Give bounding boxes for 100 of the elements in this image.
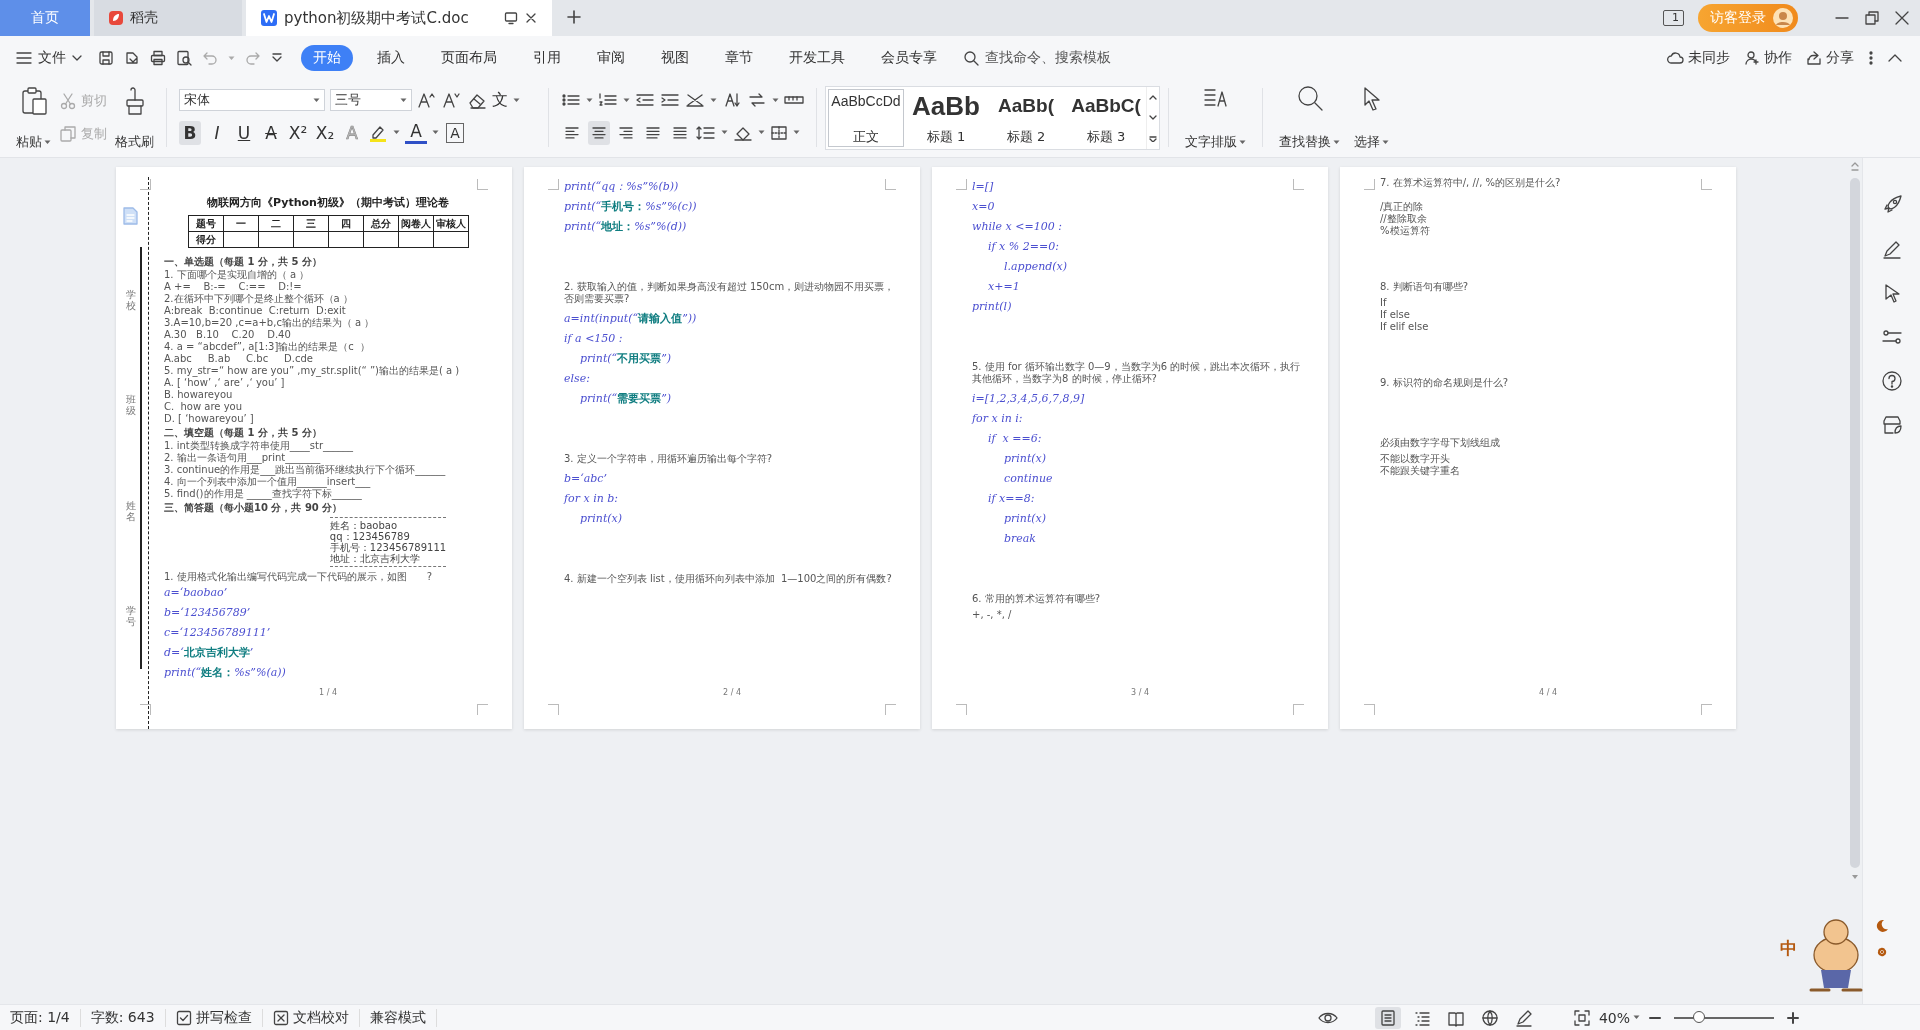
character-border-button[interactable]: A: [444, 120, 466, 145]
page-view-icon[interactable]: [1378, 1008, 1397, 1027]
scroll-down-icon[interactable]: [1149, 115, 1157, 121]
status-button[interactable]: 兼容模式: [369, 1008, 437, 1027]
shrink-font-icon[interactable]: [442, 91, 462, 110]
align-distributed-icon[interactable]: [672, 124, 688, 141]
align-right-icon[interactable]: [618, 124, 634, 141]
grow-font-icon[interactable]: [417, 91, 437, 110]
increase-indent-icon[interactable]: [660, 92, 680, 109]
more-icon[interactable]: [1868, 50, 1874, 66]
scroll-up-icon[interactable]: [1149, 94, 1157, 101]
close-icon[interactable]: [524, 11, 538, 25]
scrollbar-thumb[interactable]: [1850, 178, 1860, 868]
align-justify-icon[interactable]: [645, 124, 661, 141]
caret-icon[interactable]: [1333, 139, 1340, 145]
file-menu[interactable]: 文件: [16, 49, 82, 67]
style-option[interactable]: AaBb( 标题 2: [986, 87, 1066, 149]
window-count-badge[interactable]: 1: [1663, 10, 1684, 26]
line-spacing-icon[interactable]: [696, 124, 716, 141]
caret-icon[interactable]: [793, 130, 800, 136]
caret-icon[interactable]: [623, 97, 630, 103]
print-icon[interactable]: [150, 50, 166, 66]
phonetic-guide-button[interactable]: 文: [492, 89, 508, 111]
caret-icon[interactable]: [1239, 139, 1246, 145]
restore-icon[interactable]: [1864, 10, 1880, 26]
input-mode-indicator[interactable]: 中: [1780, 937, 1797, 960]
help-icon[interactable]: [1880, 370, 1903, 392]
caret-icon[interactable]: [758, 130, 765, 136]
new-tab-icon[interactable]: [566, 8, 582, 25]
ribbon-tab[interactable]: 插入: [365, 45, 417, 71]
status-button[interactable]: 文档校对: [272, 1008, 360, 1027]
align-center-icon[interactable]: [591, 124, 607, 141]
store-icon[interactable]: [1880, 414, 1903, 436]
collapse-icon[interactable]: [1888, 53, 1902, 63]
caret-icon[interactable]: [1382, 139, 1389, 145]
status-button[interactable]: 拼写检查: [175, 1008, 263, 1027]
caret-icon[interactable]: [772, 97, 779, 103]
toolbar-button[interactable]: 未同步: [1666, 49, 1730, 67]
caret-icon[interactable]: [313, 97, 320, 103]
expand-icon[interactable]: [1149, 135, 1157, 142]
caret-icon[interactable]: [400, 97, 407, 103]
monitor-icon[interactable]: [504, 11, 518, 25]
sort-icon[interactable]: [722, 92, 742, 109]
ribbon-tab[interactable]: 引用: [521, 45, 573, 71]
ribbon-tab[interactable]: 开始: [301, 45, 353, 71]
export-icon[interactable]: [124, 50, 140, 66]
ribbon-tab[interactable]: 视图: [649, 45, 701, 71]
style-option[interactable]: AaBbC( 标题 3: [1066, 87, 1146, 149]
tab[interactable]: 稻壳: [94, 0, 242, 36]
format-button[interactable]: X²: [287, 120, 309, 145]
numbered-list-icon[interactable]: [598, 92, 618, 109]
decrease-indent-icon[interactable]: [635, 92, 655, 109]
caret-icon[interactable]: [44, 139, 51, 145]
caret-icon[interactable]: [393, 130, 400, 136]
style-option[interactable]: AaBb 标题 1: [906, 87, 986, 149]
customize-icon[interactable]: [271, 52, 283, 64]
borders-icon[interactable]: [770, 124, 788, 141]
align-left-icon[interactable]: [564, 124, 580, 141]
tab[interactable]: python初级期中考试C.doc: [246, 0, 552, 36]
gear-icon[interactable]: [1875, 945, 1889, 959]
save-icon[interactable]: [98, 50, 114, 66]
moon-icon[interactable]: [1875, 919, 1889, 933]
style-option[interactable]: AaBbCcDd 正文: [826, 87, 906, 149]
toolbar-button[interactable]: 分享: [1806, 49, 1854, 67]
format-button[interactable]: I: [206, 120, 228, 145]
preview-icon[interactable]: [176, 50, 192, 66]
cross-arrows-icon[interactable]: [685, 92, 705, 109]
write-view-icon[interactable]: [1514, 1008, 1533, 1027]
fit-page-icon[interactable]: [1572, 1008, 1591, 1027]
font-select[interactable]: 宋体: [179, 89, 325, 112]
ribbon-tab[interactable]: 页面布局: [429, 45, 509, 71]
close-icon[interactable]: [1894, 10, 1910, 26]
zoom-in-icon[interactable]: [1786, 1010, 1800, 1025]
format-button[interactable]: X₂: [314, 120, 336, 145]
caret-icon[interactable]: [513, 97, 520, 103]
web-view-icon[interactable]: [1480, 1008, 1499, 1027]
ribbon-tab[interactable]: 章节: [713, 45, 765, 71]
format-button[interactable]: B: [179, 120, 201, 145]
caret-icon[interactable]: [586, 97, 593, 103]
caret-icon[interactable]: [710, 97, 717, 103]
select-button[interactable]: 选择: [1348, 84, 1395, 157]
format-painter-button[interactable]: 格式刷: [111, 84, 158, 157]
ribbon-tab[interactable]: 会员专享: [869, 45, 949, 71]
zoom-select[interactable]: 40%: [1598, 1009, 1640, 1026]
caret-icon[interactable]: [721, 130, 728, 136]
size-select[interactable]: 三号: [330, 89, 412, 112]
toolbar-button[interactable]: 协作: [1744, 49, 1792, 67]
format-button[interactable]: U: [233, 120, 255, 145]
ribbon-tab[interactable]: 审阅: [585, 45, 637, 71]
format-button[interactable]: A: [260, 120, 282, 145]
caret-icon[interactable]: [1633, 1015, 1640, 1020]
caret-icon[interactable]: [432, 130, 439, 136]
paste-button[interactable]: 粘贴: [12, 84, 55, 157]
ribbon-tab[interactable]: 开发工具: [777, 45, 857, 71]
zoom-slider[interactable]: [1693, 1010, 1705, 1023]
find-replace-button[interactable]: 查找替换: [1271, 84, 1348, 157]
font-color-button[interactable]: A: [405, 121, 427, 145]
text-layout-button[interactable]: 文字排版: [1177, 84, 1254, 157]
text-direction-icon[interactable]: [747, 92, 767, 109]
search-field[interactable]: 查找命令、搜索模板: [963, 49, 1111, 67]
